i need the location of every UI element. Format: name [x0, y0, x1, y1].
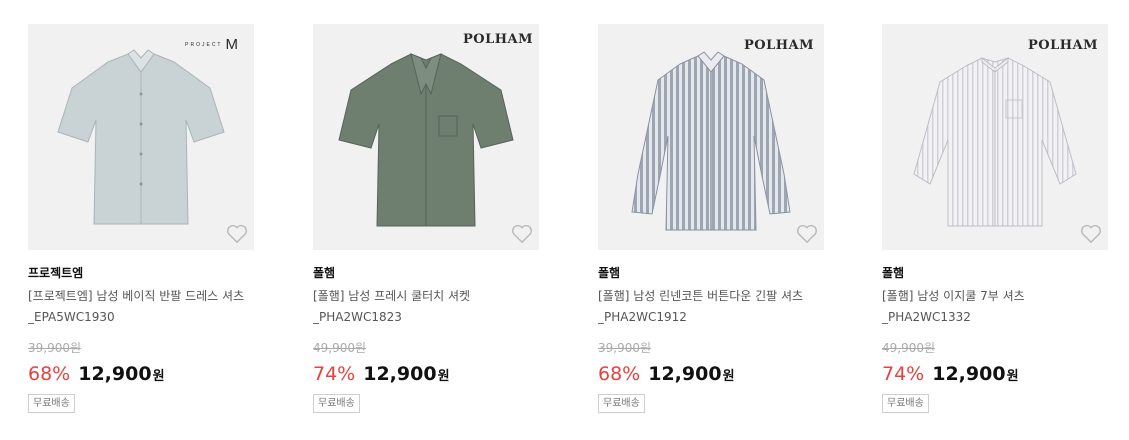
heart-icon[interactable] — [796, 224, 818, 244]
discount-rate: 68% — [598, 363, 641, 385]
product-card[interactable]: POLHAM 폴햄 [폴햄] 남성 린넨코튼 버튼다운 긴팔 셔츠_PHA2WC… — [598, 24, 824, 413]
product-card[interactable]: POLHAM 폴햄 [폴햄] 남성 프레시 쿨터치 셔켓_PHA2WC1823 … — [313, 24, 539, 413]
discount-rate: 68% — [28, 363, 71, 385]
price-row: 74% 12,900원 — [882, 361, 1108, 387]
product-image[interactable]: POLHAM — [882, 24, 1108, 250]
heart-icon[interactable] — [511, 224, 533, 244]
short-sleeve-shirt-image — [57, 49, 225, 225]
product-image[interactable]: POLHAM — [598, 24, 824, 250]
brand-name[interactable]: 폴햄 — [313, 264, 539, 282]
product-title[interactable]: [폴햄] 남성 린넨코튼 버튼다운 긴팔 셔츠_PHA2WC1912 — [598, 286, 824, 328]
discount-rate: 74% — [313, 363, 356, 385]
free-shipping-badge: 무료배송 — [313, 394, 360, 413]
heart-icon[interactable] — [226, 224, 248, 244]
currency-unit: 원 — [152, 369, 165, 384]
original-price: 39,900원 — [598, 341, 652, 355]
brand-name[interactable]: 폴햄 — [598, 264, 824, 282]
currency-unit: 원 — [1006, 369, 1019, 384]
currency-unit: 원 — [722, 369, 735, 384]
price-row: 68% 12,900원 — [598, 361, 824, 387]
original-price: 49,900원 — [882, 341, 936, 355]
product-title[interactable]: [폴햄] 남성 이지쿨 7부 셔츠_PHA2WC1332 — [882, 286, 1108, 328]
free-shipping-badge: 무료배송 — [598, 394, 645, 413]
long-sleeve-shirt-image — [631, 51, 791, 231]
brand-name[interactable]: 폴햄 — [882, 264, 1108, 282]
sale-price: 12,900 — [932, 363, 1006, 385]
original-price: 39,900원 — [28, 341, 82, 355]
original-price: 49,900원 — [313, 341, 367, 355]
brand-name[interactable]: 프로젝트엠 — [28, 264, 254, 282]
short-sleeve-shirt-image — [338, 53, 514, 227]
sale-price: 12,900 — [363, 363, 437, 385]
free-shipping-badge: 무료배송 — [28, 394, 75, 413]
product-card[interactable]: PROJECT M 프로젝트엠 [프로젝트엠] 남성 베이직 반팔 드레스 셔츠_… — [28, 24, 254, 413]
currency-unit: 원 — [437, 369, 450, 384]
sale-price: 12,900 — [648, 363, 722, 385]
product-image[interactable]: POLHAM — [313, 24, 539, 250]
heart-icon[interactable] — [1080, 224, 1102, 244]
discount-rate: 74% — [882, 363, 925, 385]
sale-price: 12,900 — [78, 363, 152, 385]
product-title[interactable]: [폴햄] 남성 프레시 쿨터치 셔켓_PHA2WC1823 — [313, 286, 539, 328]
brand-logo: POLHAM — [744, 38, 814, 53]
brand-logo: POLHAM — [463, 32, 533, 47]
free-shipping-badge: 무료배송 — [882, 394, 929, 413]
product-title[interactable]: [프로젝트엠] 남성 베이직 반팔 드레스 셔츠_EPA5WC1930 — [28, 286, 254, 328]
three-quarter-sleeve-shirt-image — [913, 56, 1077, 227]
product-image[interactable]: PROJECT M — [28, 24, 254, 250]
product-card[interactable]: POLHAM 폴햄 [폴햄] 남성 이지쿨 7부 셔츠_PHA2WC1332 4… — [882, 24, 1108, 413]
price-row: 74% 12,900원 — [313, 361, 539, 387]
brand-logo: PROJECT M — [185, 36, 238, 53]
price-row: 68% 12,900원 — [28, 361, 254, 387]
brand-logo: POLHAM — [1028, 38, 1098, 53]
